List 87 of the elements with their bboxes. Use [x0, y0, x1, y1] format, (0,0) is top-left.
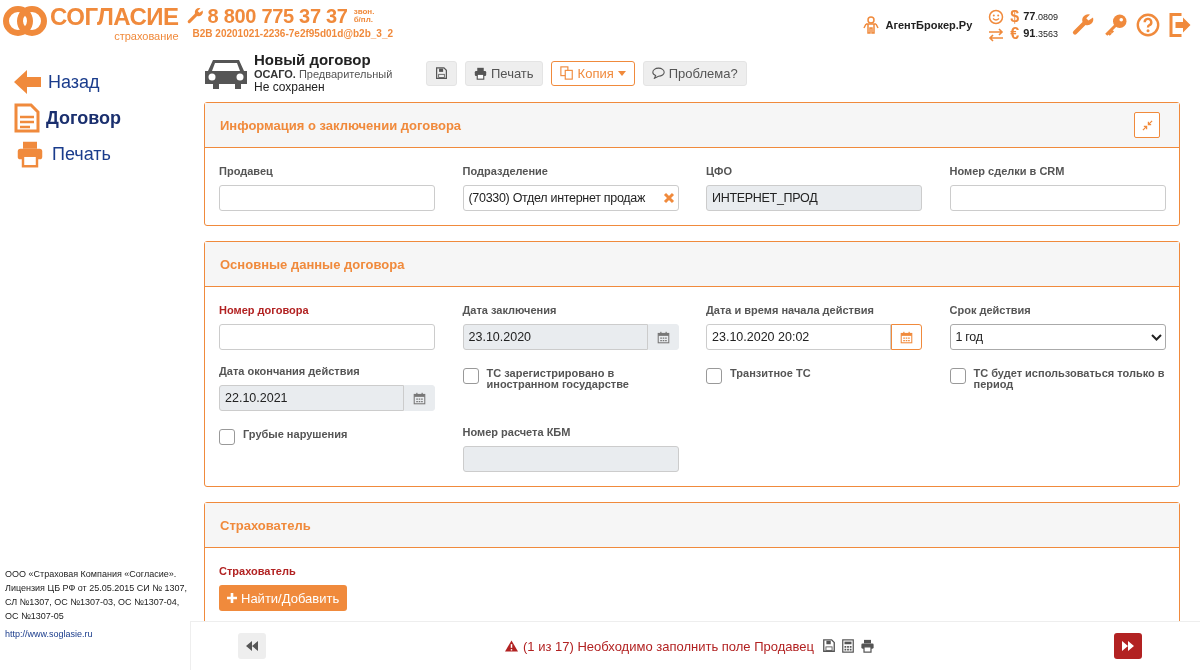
key-icon[interactable]	[1104, 13, 1128, 37]
panel-title: Основные данные договора	[220, 256, 405, 272]
text-field: ИНТЕРНЕТ_ПРОД	[706, 185, 922, 211]
calendar-icon	[900, 330, 913, 344]
field-label: ЦФО	[706, 164, 733, 178]
phone-number: 8 800 775 37 37	[207, 4, 348, 28]
checkbox[interactable]	[706, 368, 722, 384]
report-problem-button[interactable]: Проблема?	[642, 60, 747, 86]
select-field[interactable]: 1 год	[949, 324, 1166, 350]
date-field: 22.10.2021	[219, 385, 404, 411]
field-label: Номер сделки в CRM	[949, 164, 1066, 178]
user-name: АгентБрокер.Ру	[885, 19, 973, 31]
calendar-icon	[413, 391, 426, 405]
document-icon	[14, 103, 40, 133]
checkbox[interactable]	[462, 368, 479, 384]
smiley-icon	[988, 8, 1005, 25]
field-label: Подразделение	[462, 164, 549, 178]
field-label: Срок действия	[949, 303, 1032, 317]
caret-icon	[617, 70, 626, 76]
copy-icon	[559, 66, 574, 80]
website-link[interactable]: http://www.soglasie.ru	[5, 629, 93, 639]
text-field[interactable]	[219, 185, 435, 211]
phone-note-text: б/пл.	[353, 16, 374, 24]
legal-text: ООО «Страховая Компания «Согласие». Лицензия ЦБ РФ от 25.05.2015 СИ № 1307, СЛ №1307, ОС №1307-03, ОС №1307-04, ОС №1307-05	[5, 568, 188, 623]
brand-tagline: страхование	[114, 30, 179, 42]
help-icon[interactable]	[1136, 13, 1160, 37]
build-id: B2B 20201021-2236-7e2f95d01d@b2b_3_2	[192, 28, 393, 40]
text-field[interactable]	[219, 324, 435, 350]
print-icon[interactable]	[859, 639, 875, 653]
field-label: Дата окончания действия	[219, 364, 361, 378]
save-icon[interactable]	[821, 639, 836, 653]
field-label: Номер расчета КБМ	[462, 425, 572, 439]
document-type: ОСАГО. Предварительный	[254, 68, 394, 81]
exchange-rate: 91.3563	[1023, 26, 1058, 41]
save-button[interactable]	[426, 60, 457, 86]
speech-bubble-icon	[651, 67, 665, 79]
calculator-icon[interactable]	[840, 639, 855, 653]
nav-link[interactable]: Назад	[14, 67, 190, 97]
save-icon	[435, 66, 448, 80]
calendar-icon	[656, 330, 670, 344]
checkbox-label: Грубые нарушения	[243, 429, 348, 440]
date-field: 23.10.2020	[462, 324, 648, 350]
person-icon	[863, 16, 880, 34]
chevron-down-icon	[1150, 333, 1162, 341]
validation-message: (1 из 17) Необходимо заполнить поле Продавец	[523, 638, 814, 654]
plus-icon	[227, 593, 237, 603]
brand-name: СОГЛАСИЕ	[50, 4, 179, 30]
wrench-icon	[186, 7, 205, 25]
next-button[interactable]	[1114, 633, 1142, 659]
calendar-button[interactable]	[891, 324, 922, 350]
phone-note-text: звон.	[353, 8, 375, 16]
checkbox-label: ТС будет использоваться только в период	[973, 368, 1166, 390]
print-icon	[474, 66, 487, 80]
document-title: Новый договор	[254, 52, 372, 68]
fast-forward-icon	[1122, 641, 1134, 651]
panel-title: Страхователь	[220, 517, 311, 533]
warning-icon	[505, 640, 519, 652]
field-label: Дата заключения	[462, 303, 558, 317]
text-field[interactable]	[949, 185, 1166, 211]
clear-icon[interactable]	[662, 192, 675, 204]
collapse-button[interactable]	[1134, 112, 1160, 138]
checkbox-label: ТС зарегистрировано в иностранном государстве	[486, 368, 630, 390]
date-field[interactable]: 23.10.2020 20:02	[706, 324, 891, 350]
exchange-arrows-icon	[988, 27, 1005, 42]
wrench-icon[interactable]	[1072, 13, 1096, 37]
exchange-rate: 77.0809	[1023, 9, 1058, 24]
field-label: Страхователь	[219, 564, 297, 578]
text-field[interactable]: (70330) Отдел интернет продаж	[462, 185, 679, 211]
field-label: Продавец	[219, 164, 274, 178]
nav-link[interactable]: Печать	[14, 139, 190, 169]
previous-button[interactable]	[238, 633, 266, 659]
panel-title: Информация о заключении договора	[220, 117, 462, 133]
checkbox[interactable]	[949, 368, 966, 384]
checkbox[interactable]	[219, 429, 235, 445]
compress-icon	[1141, 119, 1153, 131]
rings-logo-icon	[2, 4, 48, 38]
field-label: Дата и время начала действия	[706, 303, 875, 317]
currency-symbol: €	[1010, 25, 1020, 42]
currency-symbol: $	[1010, 8, 1020, 25]
checkbox-label: Транзитное ТС	[730, 368, 811, 379]
field-label: Номер договора	[219, 303, 310, 317]
left-arrow-icon	[14, 69, 42, 95]
print-button[interactable]: Печать	[465, 60, 543, 86]
save-status: Не сохранен	[254, 81, 326, 94]
rewind-icon	[246, 641, 258, 651]
logout-icon[interactable]	[1168, 13, 1192, 37]
nav-link[interactable]: Договор	[14, 103, 190, 133]
